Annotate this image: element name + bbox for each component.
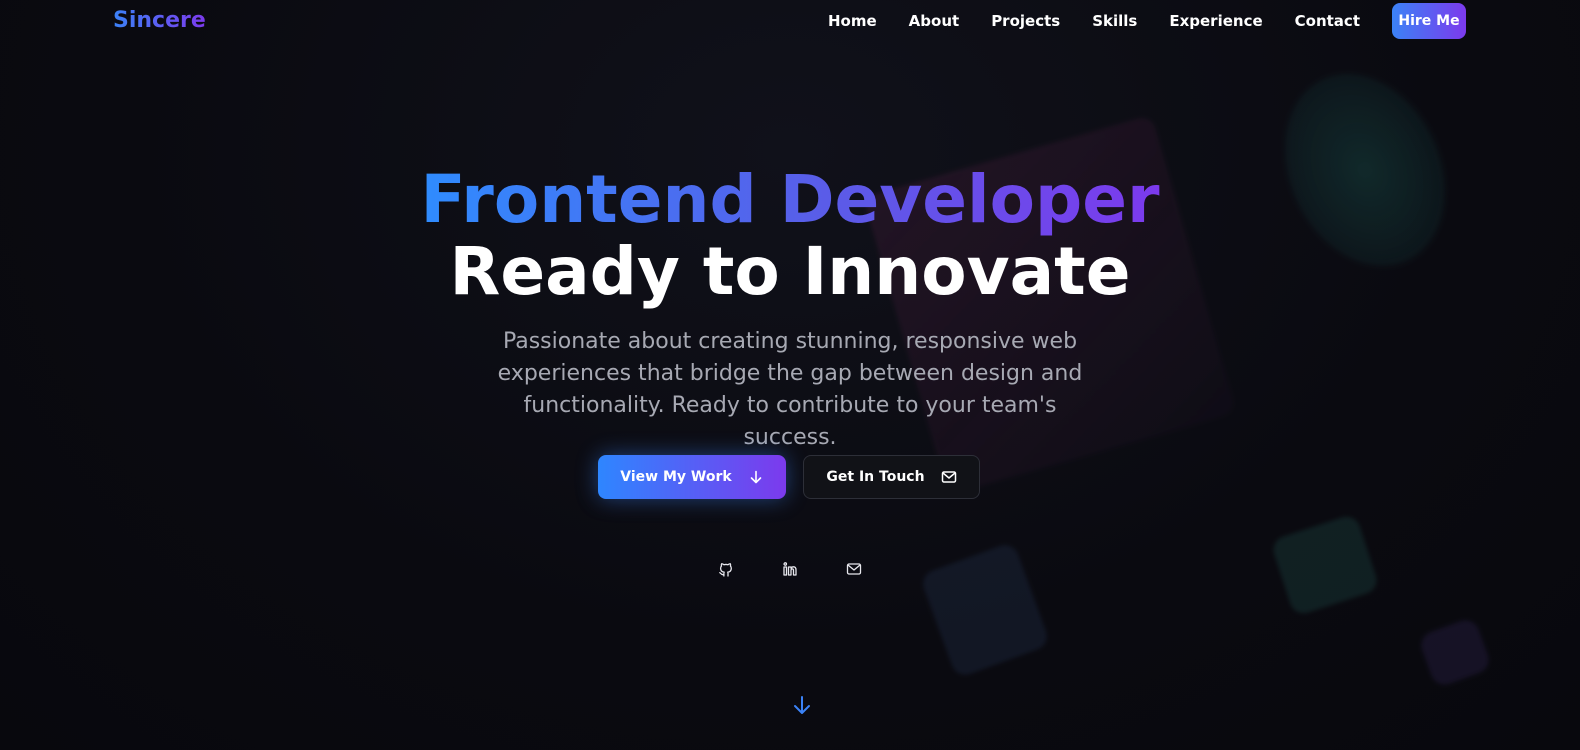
get-in-touch-button[interactable]: Get In Touch bbox=[803, 455, 980, 499]
arrow-down-icon bbox=[794, 696, 810, 714]
linkedin-icon bbox=[783, 562, 797, 576]
hero-title-gradient-text: Frontend Developer bbox=[420, 161, 1160, 238]
arrow-down-icon bbox=[750, 470, 762, 484]
portfolio-page: Sincere Home About Projects Skills Exper… bbox=[0, 0, 1580, 750]
deco-tile-purple bbox=[1417, 616, 1493, 689]
nav-contact[interactable]: Contact bbox=[1295, 12, 1360, 30]
hero-subtitle: Passionate about creating stunning, resp… bbox=[497, 329, 1083, 450]
view-my-work-label: View My Work bbox=[620, 469, 732, 485]
nav-experience[interactable]: Experience bbox=[1169, 12, 1262, 30]
site-logo[interactable]: Sincere bbox=[113, 8, 206, 33]
hire-me-button[interactable]: Hire Me bbox=[1392, 3, 1466, 39]
scroll-down-link[interactable] bbox=[791, 693, 813, 717]
main-nav: Home About Projects Skills Experience Co… bbox=[828, 12, 1360, 30]
hero-title-line2: Ready to Innovate bbox=[449, 233, 1131, 310]
github-icon bbox=[719, 563, 732, 577]
linkedin-link[interactable] bbox=[778, 557, 802, 581]
nav-projects[interactable]: Projects bbox=[991, 12, 1060, 30]
email-link[interactable] bbox=[842, 557, 866, 581]
nav-skills[interactable]: Skills bbox=[1092, 12, 1137, 30]
social-links bbox=[0, 557, 1580, 581]
hero-actions: View My Work Get In Touch bbox=[0, 455, 1580, 499]
site-header: Sincere Home About Projects Skills Exper… bbox=[0, 0, 1580, 44]
hero-title-line1: Frontend Developer bbox=[0, 162, 1580, 238]
mail-icon bbox=[941, 471, 956, 483]
view-my-work-button[interactable]: View My Work bbox=[598, 455, 786, 499]
nav-home[interactable]: Home bbox=[828, 12, 877, 30]
nav-about[interactable]: About bbox=[909, 12, 960, 30]
get-in-touch-label: Get In Touch bbox=[826, 469, 925, 485]
mail-icon bbox=[846, 563, 862, 575]
github-link[interactable] bbox=[714, 557, 738, 581]
